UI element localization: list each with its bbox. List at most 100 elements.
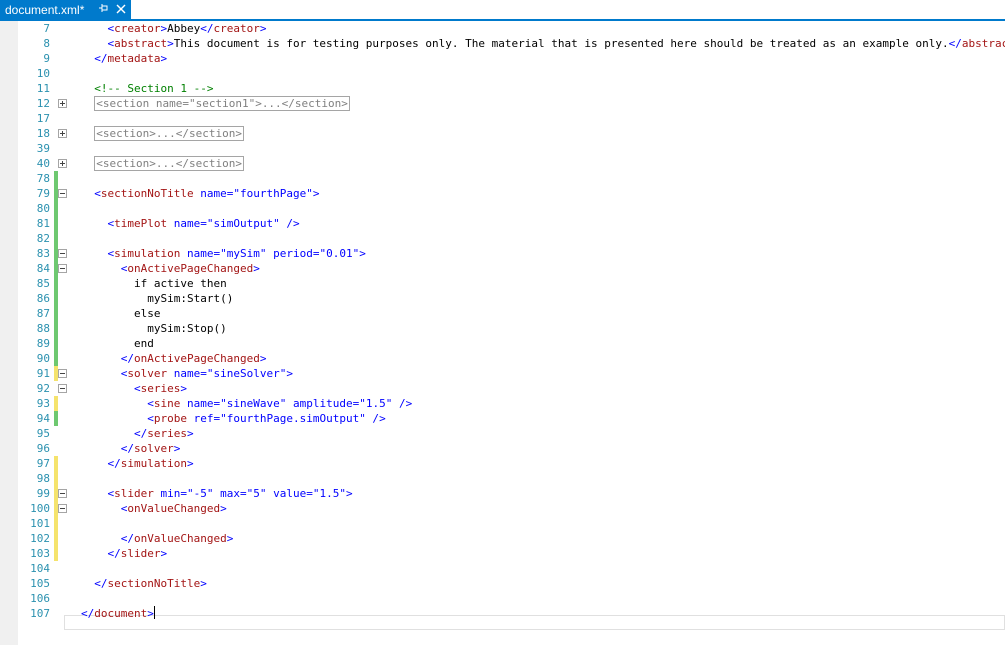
code-line[interactable]: 103 </slider> [0,546,1005,561]
line-number: 80 [36,202,50,215]
code-line[interactable]: 8 <abstract>This document is for testing… [0,36,1005,51]
line-number: 82 [36,232,50,245]
code-editor[interactable]: 7 <creator>Abbey</creator> 8 <abstract>Th… [0,21,1005,645]
close-icon[interactable] [114,2,128,16]
code-line[interactable]: 39 [0,141,1005,156]
collapse-icon[interactable] [58,249,67,258]
code-text: <timePlot name="simOutput" /> [107,217,300,230]
code-text: <!-- Section 1 --> [94,82,214,95]
line-number: 104 [30,562,50,575]
code-line[interactable]: 92 <series> [0,381,1005,396]
code-line[interactable]: 18 <section>...</section> [0,126,1005,141]
document-tab[interactable]: document.xml* [0,0,131,19]
collapsed-region[interactable]: <section>...</section> [81,156,244,171]
code-line[interactable]: 86 mySim:Start() [0,291,1005,306]
line-number: 7 [43,22,50,35]
line-number: 101 [30,517,50,530]
document-tab-title: document.xml* [5,2,85,17]
line-number: 11 [36,82,50,95]
line-number: 107 [30,607,50,620]
code-text: mySim:Start() [147,292,234,305]
line-number: 81 [36,217,50,230]
code-line[interactable]: 82 [0,231,1005,246]
code-line[interactable]: 87 else [0,306,1005,321]
collapsed-region[interactable]: <section>...</section> [81,126,244,141]
code-line[interactable]: 94 <probe ref="fourthPage.simOutput" /> [0,411,1005,426]
saved-change-marker [54,291,58,306]
code-line[interactable]: 106 [0,591,1005,606]
code-text: <sectionNoTitle name="fourthPage"> [94,187,320,200]
code-line[interactable]: 83 <simulation name="mySim" period="0.01… [0,246,1005,261]
code-line[interactable]: 89 end [0,336,1005,351]
code-text: </onValueChanged> [120,532,234,545]
code-text: <series> [133,382,187,395]
expand-icon[interactable] [58,129,67,138]
code-line[interactable]: 9 </metadata> [0,51,1005,66]
code-line[interactable]: 81 <timePlot name="simOutput" /> [0,216,1005,231]
line-number: 92 [36,382,50,395]
code-line[interactable]: 95 </series> [0,426,1005,441]
code-text: </series> [133,427,194,440]
code-line[interactable]: 80 [0,201,1005,216]
saved-change-marker [54,336,58,351]
code-text: mySim:Stop() [147,322,227,335]
code-line[interactable]: 85 if active then [0,276,1005,291]
code-line[interactable]: 96 </solver> [0,441,1005,456]
code-line[interactable]: 100 <onValueChanged> [0,501,1005,516]
code-line[interactable]: 107 </document> [0,606,1005,621]
code-line[interactable]: 93 <sine name="sineWave" amplitude="1.5"… [0,396,1005,411]
code-line[interactable]: 102 </onValueChanged> [0,531,1005,546]
code-text: </solver> [120,442,181,455]
pin-icon[interactable] [97,2,111,16]
code-line[interactable]: 12 <section name="section1">...</section… [0,96,1005,111]
collapse-icon[interactable] [58,504,67,513]
code-line[interactable]: 40 <section>...</section> [0,156,1005,171]
code-line[interactable]: 7 <creator>Abbey</creator> [0,21,1005,36]
code-line[interactable]: 90 </onActivePageChanged> [0,351,1005,366]
expand-icon[interactable] [58,159,67,168]
code-line[interactable]: 84 <onActivePageChanged> [0,261,1005,276]
saved-change-marker [54,351,58,366]
line-number: 88 [36,322,50,335]
code-line[interactable]: 105 </sectionNoTitle> [0,576,1005,591]
line-number: 39 [36,142,50,155]
code-text: </simulation> [107,457,194,470]
collapsed-region[interactable]: <section name="section1">...</section> [81,96,350,111]
line-number: 102 [30,532,50,545]
line-number: 103 [30,547,50,560]
code-line[interactable]: 78 [0,171,1005,186]
collapse-icon[interactable] [58,369,67,378]
code-line[interactable]: 11 <!-- Section 1 --> [0,81,1005,96]
line-number: 9 [43,52,50,65]
collapse-icon[interactable] [58,189,67,198]
code-line[interactable]: 79 <sectionNoTitle name="fourthPage"> [0,186,1005,201]
collapse-icon[interactable] [58,384,67,393]
collapse-icon[interactable] [58,489,67,498]
unsaved-change-marker [54,396,58,411]
line-number: 99 [36,487,50,500]
collapse-icon[interactable] [58,264,67,273]
code-text: </document> [81,606,155,620]
code-line[interactable]: 10 [0,66,1005,81]
code-line[interactable]: 97 </simulation> [0,456,1005,471]
line-number: 8 [43,37,50,50]
unsaved-change-marker [54,516,58,531]
expand-icon[interactable] [58,99,67,108]
line-number: 95 [36,427,50,440]
line-number: 97 [36,457,50,470]
line-number: 96 [36,442,50,455]
line-number: 89 [36,337,50,350]
code-line[interactable]: 99 <slider min="-5" max="5" value="1.5"> [0,486,1005,501]
line-number: 83 [36,247,50,260]
line-number: 93 [36,397,50,410]
code-line[interactable]: 91 <solver name="sineSolver"> [0,366,1005,381]
code-line[interactable]: 88 mySim:Stop() [0,321,1005,336]
code-line[interactable]: 17 [0,111,1005,126]
code-line[interactable]: 104 [0,561,1005,576]
code-text: <solver name="sineSolver"> [120,367,293,380]
code-line[interactable]: 98 [0,471,1005,486]
code-text: <slider min="-5" max="5" value="1.5"> [107,487,353,500]
code-line[interactable]: 101 [0,516,1005,531]
line-number: 87 [36,307,50,320]
line-number: 91 [36,367,50,380]
